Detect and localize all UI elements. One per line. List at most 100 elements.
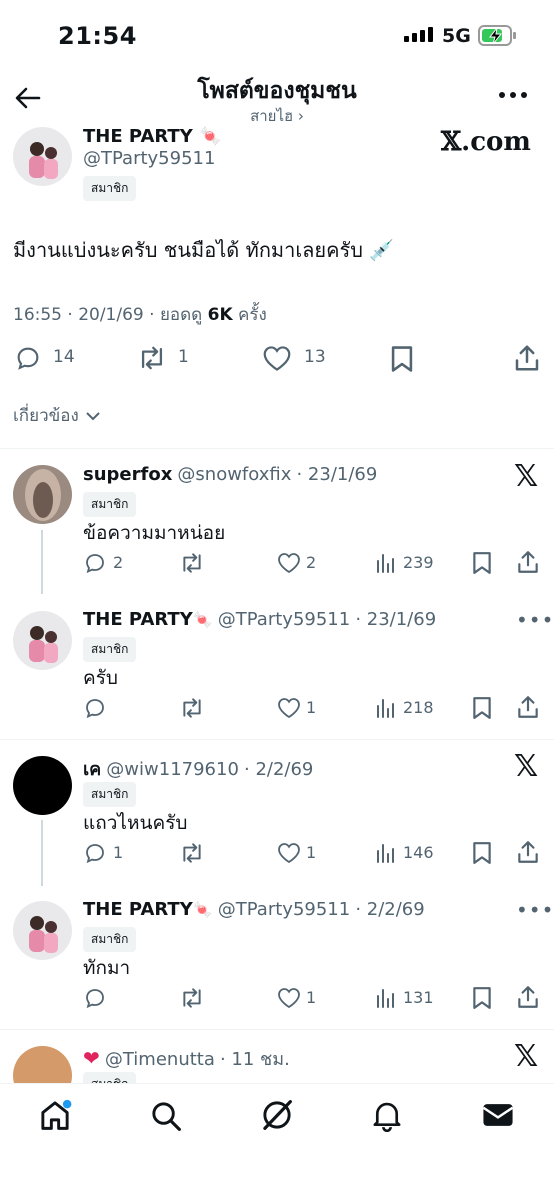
status-time: 21:54 <box>58 22 137 50</box>
bookmark-button[interactable] <box>390 345 414 373</box>
like-button[interactable] <box>277 987 301 1009</box>
view-count: 218 <box>403 698 434 717</box>
view-count: 6K <box>207 305 233 325</box>
reply-button[interactable] <box>83 696 107 720</box>
repost-icon <box>183 988 201 1008</box>
more-options-button[interactable]: ••• <box>516 898 554 922</box>
like-count: 1 <box>306 988 317 1007</box>
views-button[interactable] <box>375 697 397 719</box>
avatar[interactable] <box>13 465 72 524</box>
search-icon[interactable] <box>149 1099 183 1133</box>
analytics-icon <box>377 699 394 718</box>
avatar[interactable] <box>13 901 72 960</box>
reply-button[interactable] <box>83 841 107 865</box>
reply-icon <box>86 699 104 719</box>
x-logo-icon: 𝕏 <box>514 1039 539 1074</box>
repost-count: 1 <box>178 347 189 367</box>
share-button[interactable] <box>516 984 540 1010</box>
home-icon[interactable] <box>38 1098 72 1132</box>
bookmark-button[interactable] <box>472 986 492 1010</box>
sort-dropdown[interactable]: เกี่ยวข้อง <box>13 402 101 429</box>
repost-button[interactable] <box>178 986 206 1010</box>
notifications-icon[interactable] <box>370 1098 404 1132</box>
heart-icon <box>278 843 300 864</box>
member-badge: สมาชิก <box>83 492 137 517</box>
analytics-icon <box>377 989 394 1008</box>
reply-icon <box>17 347 39 370</box>
reply-date: · 23/1/69 <box>296 464 378 485</box>
author-name: THE PARTY <box>83 126 193 147</box>
avatar[interactable] <box>13 756 72 815</box>
bookmark-button[interactable] <box>472 841 492 865</box>
reply-date: · 2/2/69 <box>355 899 425 920</box>
repost-button[interactable] <box>178 551 206 575</box>
views-suffix: ครั้ง <box>238 305 267 325</box>
more-options-button[interactable]: ••• <box>516 608 554 632</box>
views-button[interactable] <box>375 987 397 1009</box>
community-link[interactable]: สายไฮ › <box>0 104 554 128</box>
bookmark-icon <box>473 552 491 574</box>
x-logo-icon: 𝕏 <box>514 459 539 494</box>
reply-text: แถวไหนครับ <box>83 812 188 834</box>
reply-text: ข้อความมาหน่อย <box>83 522 226 544</box>
reply-button[interactable] <box>83 986 107 1010</box>
heart-icon <box>278 698 300 719</box>
messages-icon[interactable] <box>481 1100 515 1130</box>
member-badge: สมาชิก <box>83 782 137 807</box>
reply-date: · 23/1/69 <box>355 609 437 630</box>
like-count: 2 <box>306 553 317 572</box>
candy-emoji: 🍬 <box>199 126 222 147</box>
share-icon <box>518 696 538 718</box>
like-count: 13 <box>304 347 326 367</box>
reply-author-name: เค <box>83 759 102 780</box>
repost-button[interactable] <box>136 344 168 372</box>
analytics-icon <box>377 844 394 863</box>
sort-label: เกี่ยวข้อง <box>13 406 79 426</box>
post-text: มีงานแบ่งนะครับ ชนมือได้ ทักมาเลยครับ <box>13 238 363 262</box>
reply-author-handle[interactable]: @TParty59511 <box>218 899 350 920</box>
repost-button[interactable] <box>178 696 206 720</box>
bookmark-button[interactable] <box>472 551 492 575</box>
signal-icon <box>404 27 433 42</box>
author-handle[interactable]: @TParty59511 <box>83 148 215 169</box>
like-button[interactable] <box>277 697 301 719</box>
reply-author-handle[interactable]: @snowfoxfix <box>177 464 291 485</box>
share-icon <box>518 841 538 863</box>
heart-icon <box>278 988 300 1009</box>
divider <box>0 448 554 449</box>
reply-date: · 2/2/69 <box>244 759 314 780</box>
views-button[interactable] <box>375 842 397 864</box>
like-button[interactable] <box>277 552 301 574</box>
reply-author-name: THE PARTY <box>83 899 193 920</box>
bookmark-icon <box>473 697 491 719</box>
network-label: 5G <box>442 25 471 47</box>
reply-icon <box>86 554 104 574</box>
like-count: 1 <box>306 843 317 862</box>
reply-author-handle[interactable]: @TParty59511 <box>218 609 350 630</box>
repost-button[interactable] <box>178 841 206 865</box>
x-logo-icon: 𝕏 <box>514 749 539 784</box>
reply-button[interactable] <box>14 344 42 372</box>
grok-icon[interactable] <box>260 1098 294 1132</box>
share-button[interactable] <box>516 549 540 575</box>
avatar[interactable] <box>13 127 72 186</box>
bookmark-icon <box>391 346 413 372</box>
reply-author-handle[interactable]: @wiw1179610 <box>106 759 239 780</box>
thread-line <box>41 820 43 886</box>
reply-button[interactable] <box>83 551 107 575</box>
view-count: 131 <box>403 988 434 1007</box>
avatar[interactable] <box>13 611 72 670</box>
like-button[interactable] <box>262 345 292 372</box>
divider <box>0 1029 554 1030</box>
reply-author-handle[interactable]: @Timenutta <box>105 1049 215 1070</box>
share-button[interactable] <box>513 343 541 373</box>
views-button[interactable] <box>375 552 397 574</box>
more-options-button[interactable] <box>498 90 528 100</box>
like-count: 1 <box>306 698 317 717</box>
share-button[interactable] <box>516 694 540 720</box>
share-button[interactable] <box>516 839 540 865</box>
view-count: 146 <box>403 843 434 862</box>
bookmark-button[interactable] <box>472 696 492 720</box>
like-button[interactable] <box>277 842 301 864</box>
member-badge: สมาชิก <box>83 637 137 662</box>
